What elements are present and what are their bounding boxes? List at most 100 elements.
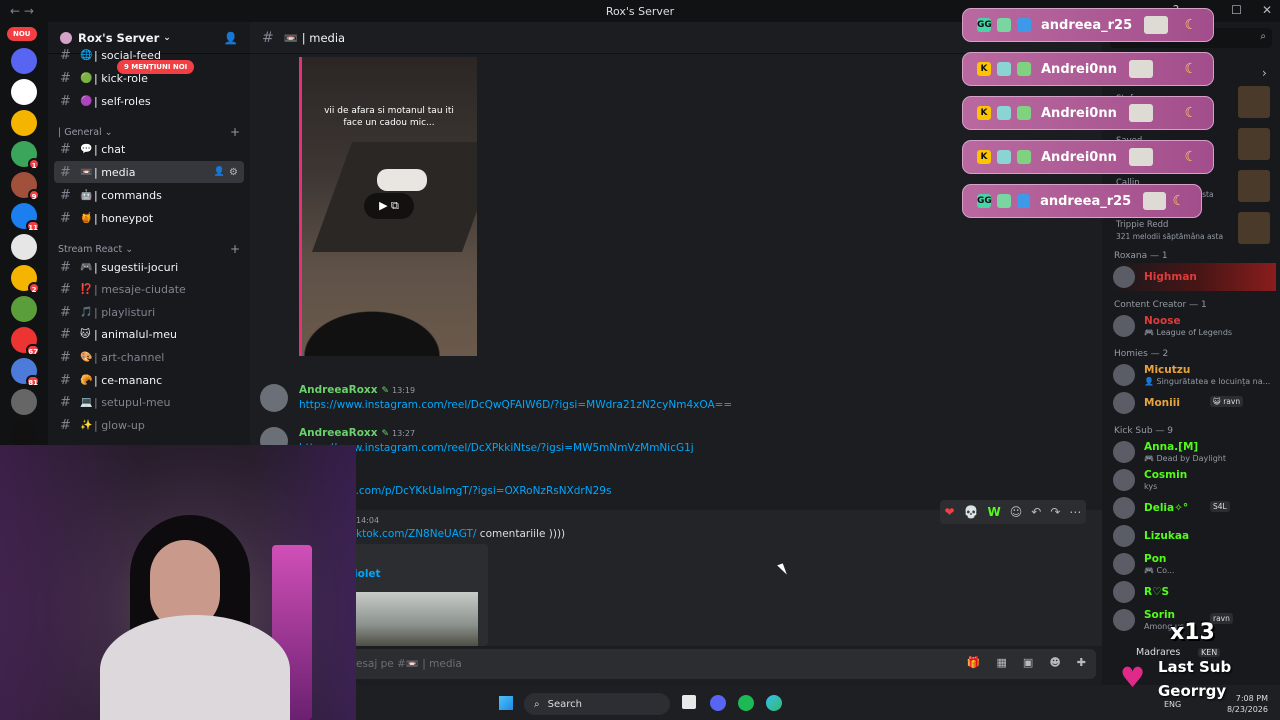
username[interactable]: AndreeaRoxx xyxy=(299,427,377,439)
channel-item[interactable]: # 💻 | setupul-meu xyxy=(54,392,244,414)
add-channel-icon[interactable]: + xyxy=(230,242,240,256)
gif-icon[interactable]: ▦ xyxy=(997,656,1007,669)
member-item[interactable]: Highman xyxy=(1110,263,1276,291)
sticker-icon[interactable]: ▣ xyxy=(1023,656,1033,669)
channel-emoji: 💬 xyxy=(80,143,93,155)
hovered-message[interactable]: 14:04 ktok.com/ZN8NeUAGT/ comentariile )… xyxy=(250,510,1102,646)
server-icon[interactable]: 9 xyxy=(11,172,40,201)
channel-item[interactable]: # 🎮 | sugestii-jocuri xyxy=(54,256,244,278)
channel-item[interactable]: # 🍯 | honeypot xyxy=(54,207,244,229)
server-icon[interactable] xyxy=(11,110,37,136)
emoji-icon[interactable]: ☻ xyxy=(1049,656,1060,669)
forward-icon[interactable]: ↷ xyxy=(1050,505,1060,519)
skull-reaction[interactable]: 💀 xyxy=(964,505,979,519)
more-icon[interactable]: ⋯ xyxy=(1069,505,1081,519)
server-icon[interactable]: 2 xyxy=(11,265,40,294)
channel-emoji: 🎵 xyxy=(80,306,93,318)
channel-item[interactable]: # ⁉️ | mesaje-ciudate xyxy=(54,279,244,301)
member-item[interactable]: R♡S xyxy=(1110,578,1276,606)
add-channel-icon[interactable]: + xyxy=(230,125,240,139)
channel-item[interactable]: # 🎨 | art-channel xyxy=(54,346,244,368)
activity-row[interactable]: Trippie Redd 321 melodii săptămâna asta xyxy=(1110,212,1276,246)
activity-status: 321 melodii săptămâna asta xyxy=(1116,232,1224,241)
reply-icon[interactable]: ↶ xyxy=(1031,505,1041,519)
embed-thumbnail[interactable] xyxy=(354,592,478,646)
member-item[interactable]: Cosmin kys xyxy=(1110,466,1276,494)
channel-item[interactable]: # ✨ | glow-up xyxy=(54,414,244,436)
heart-reaction[interactable]: ❤ xyxy=(945,505,955,519)
server-icon[interactable] xyxy=(11,296,37,322)
member-item[interactable]: Lizukaa xyxy=(1110,522,1276,550)
embed-title[interactable]: iolet xyxy=(354,568,381,580)
settings-icon[interactable]: ⚙ xyxy=(229,167,238,178)
add-reaction-icon[interactable]: ☺ xyxy=(1010,505,1023,519)
message-link[interactable]: https://www.instagram.com/reel/DcQwQFAIW… xyxy=(299,399,732,411)
message-composer[interactable]: esaj pe #📼 | media 🎁 ▦ ▣ ☻ ✚ xyxy=(266,649,1096,679)
server-icon[interactable] xyxy=(11,234,37,260)
member-item[interactable]: Moniii 😺 ravn xyxy=(1110,389,1276,417)
server-icon[interactable]: 81 xyxy=(11,358,40,387)
member-item[interactable]: Delia✧° S4L xyxy=(1110,494,1276,522)
channel-emoji: 🍯 xyxy=(80,212,93,224)
member-item[interactable]: Noose 🎮 League of Legends xyxy=(1110,312,1276,340)
link-embed: iolet xyxy=(350,544,488,646)
channel-name: | mesaje-ciudate xyxy=(94,283,186,297)
gift-icon[interactable]: 🎁 xyxy=(967,656,981,669)
discord-icon[interactable] xyxy=(710,695,726,711)
avatar xyxy=(1113,392,1135,414)
message-header: AndreeaRoxx ✎ 13:19 xyxy=(299,384,415,396)
member-item[interactable]: Pon 🎮 Co... xyxy=(1110,550,1276,578)
close-button[interactable]: ✕ xyxy=(1262,3,1272,17)
heart-icon: ♥ xyxy=(1120,661,1146,694)
chat-notification: GG andreea_r25 ☾ xyxy=(962,8,1214,42)
edge-icon[interactable] xyxy=(766,695,782,711)
channel-item[interactable]: # 🤖 | commands xyxy=(54,184,244,206)
channel-emoji: 🎨 xyxy=(80,351,93,363)
server-icon[interactable] xyxy=(11,79,37,105)
play-button[interactable]: ▶ ⧉ xyxy=(364,193,414,219)
invite-icon[interactable]: 👤 xyxy=(214,167,225,177)
server-icon[interactable]: 11 xyxy=(11,203,40,232)
taskbar-search[interactable]: ⌕ Search xyxy=(524,693,670,715)
add-member-icon[interactable]: 👤 xyxy=(224,31,238,45)
channel-item[interactable]: # 🟣 | self-roles xyxy=(54,90,244,112)
chevron-right-icon[interactable]: › xyxy=(1262,66,1267,80)
message-actions: ❤ 💀 W ☺ ↶ ↷ ⋯ xyxy=(940,500,1086,524)
member-group-header: Homies — 2 xyxy=(1114,349,1169,359)
maximize-button[interactable]: ☐ xyxy=(1231,3,1242,17)
video-attachment[interactable]: vii de afara si motanul tau iti face un … xyxy=(299,57,477,356)
channel-item[interactable]: # 🎵 | playlisturi xyxy=(54,301,244,323)
server-icon[interactable] xyxy=(11,420,37,446)
apps-icon[interactable]: ✚ xyxy=(1077,656,1086,669)
server-icon[interactable]: 67 xyxy=(11,327,40,356)
server-icon xyxy=(60,31,72,44)
start-button[interactable] xyxy=(499,696,513,710)
last-sub-name: Georrgy xyxy=(1158,682,1227,700)
server-icon[interactable]: 1 xyxy=(11,141,40,170)
channel-emoji: ✨ xyxy=(80,419,93,431)
spotify-icon[interactable] xyxy=(738,695,754,711)
channel-item[interactable]: # 💬 | chat xyxy=(54,138,244,160)
channel-category[interactable]: | General ⌄ + xyxy=(58,125,240,139)
server-icon[interactable] xyxy=(11,48,37,74)
video-caption: vii de afara si motanul tau iti face un … xyxy=(324,106,454,128)
explorer-icon[interactable] xyxy=(682,695,696,709)
channel-category[interactable]: Stream React ⌄ + xyxy=(58,242,240,256)
w-reaction[interactable]: W xyxy=(988,505,1001,519)
new-mentions-pill[interactable]: 9 MENȚIUNI NOI xyxy=(117,60,195,74)
username[interactable]: AndreeaRoxx xyxy=(299,384,377,396)
member-item[interactable]: Anna.[M] 🎮 Dead by Daylight xyxy=(1110,438,1276,466)
message-text: comentariile )))) xyxy=(479,528,566,540)
server-icon[interactable] xyxy=(11,389,37,415)
member-item[interactable]: Micutzu 👤 Singurătatea e locuința na... xyxy=(1110,361,1276,389)
user-avatar[interactable] xyxy=(260,384,288,412)
message-link[interactable]: ktok.com/ZN8NeUAGT/ xyxy=(356,528,476,540)
channel-emoji: 🟢 xyxy=(80,72,93,84)
channel-item[interactable]: # 🐱 | animalul-meu xyxy=(54,324,244,346)
member-tag: S4L xyxy=(1210,501,1230,512)
channel-item[interactable]: # 🥐 | ce-mananc xyxy=(54,369,244,391)
album-art xyxy=(1238,128,1270,160)
message-link[interactable]: https://www.instagram.com/reel/DcXPkkiNt… xyxy=(299,442,694,454)
badge-icon xyxy=(997,194,1011,208)
channel-item[interactable]: # 📼 | media 👤 ⚙ xyxy=(54,161,244,183)
